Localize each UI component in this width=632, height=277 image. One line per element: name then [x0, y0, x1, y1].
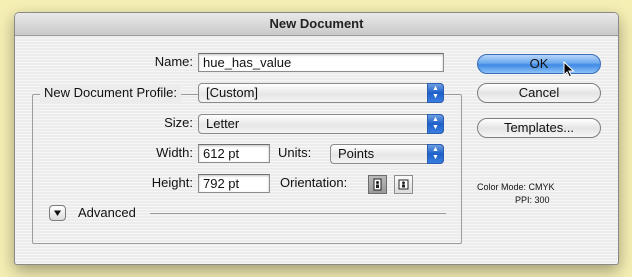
- orientation-label: Orientation:: [280, 175, 348, 190]
- popup-arrows-icon: ▲ ▼: [427, 144, 444, 164]
- landscape-orientation-button[interactable]: [394, 175, 413, 194]
- window-title: New Document: [15, 13, 618, 36]
- ok-button[interactable]: OK: [477, 54, 601, 74]
- templates-button[interactable]: Templates...: [477, 118, 601, 138]
- advanced-divider: [150, 213, 446, 214]
- width-field[interactable]: 612 pt: [198, 144, 270, 163]
- profile-value: [Custom]: [206, 85, 259, 100]
- size-value: Letter: [206, 116, 240, 131]
- triangle-down-icon: [54, 210, 61, 216]
- portrait-orientation-button[interactable]: [368, 175, 387, 194]
- landscape-icon: [398, 179, 409, 190]
- units-value: Points: [338, 146, 375, 161]
- advanced-disclosure-button[interactable]: [49, 205, 66, 221]
- height-label: Height:: [151, 175, 193, 190]
- popup-arrows-icon: ▲ ▼: [427, 114, 444, 134]
- profile-popup[interactable]: [Custom] ▲ ▼: [198, 83, 444, 103]
- cancel-button[interactable]: Cancel: [477, 83, 601, 103]
- new-document-dialog: New Document Name: hue_has_value New Doc…: [14, 12, 619, 265]
- mouse-pointer-icon: [563, 61, 575, 78]
- size-popup[interactable]: Letter ▲ ▼: [198, 114, 444, 134]
- name-field[interactable]: hue_has_value: [198, 53, 444, 72]
- ppi-text: PPI: 300: [515, 195, 550, 205]
- units-popup[interactable]: Points ▲ ▼: [330, 144, 444, 164]
- color-mode-text: Color Mode: CMYK: [477, 182, 555, 192]
- portrait-icon: [373, 178, 382, 191]
- name-label: Name:: [154, 54, 193, 69]
- size-label: Size:: [164, 115, 193, 130]
- popup-arrows-icon: ▲ ▼: [427, 83, 444, 103]
- width-label: Width:: [156, 145, 193, 160]
- advanced-label: Advanced: [78, 205, 136, 220]
- height-field[interactable]: 792 pt: [198, 174, 270, 193]
- units-label: Units:: [278, 145, 312, 160]
- profile-label: New Document Profile:: [40, 84, 181, 102]
